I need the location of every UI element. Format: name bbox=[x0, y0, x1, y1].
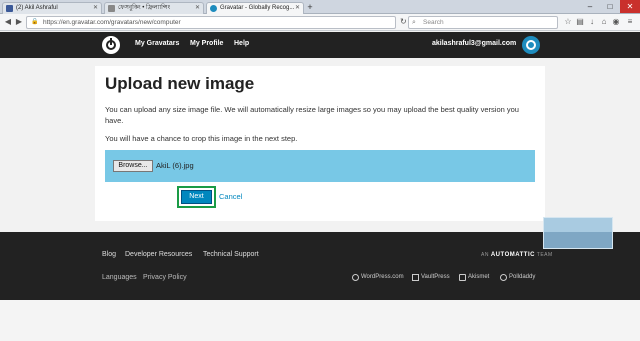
automattic-credit[interactable]: AN AUTOMATTIC TEAM bbox=[481, 252, 553, 258]
url-bar[interactable]: 🔒 https://en.gravatar.com/gravatars/new/… bbox=[26, 16, 396, 29]
tab-facebook[interactable]: (2) Akil Ashraful ✕ bbox=[2, 2, 102, 14]
next-button-highlight: Next bbox=[177, 186, 216, 208]
download-icon[interactable]: ↓ bbox=[587, 17, 597, 27]
close-icon[interactable]: ✕ bbox=[195, 3, 200, 13]
close-icon[interactable]: ✕ bbox=[93, 3, 98, 13]
browser-nav-bar: ◀ ▶ 🔒 https://en.gravatar.com/gravatars/… bbox=[0, 14, 640, 31]
brand-label: WordPress.com bbox=[361, 274, 404, 280]
upload-card: Upload new image You can upload any size… bbox=[95, 66, 545, 221]
tab-label: Gravatar - Globally Recog... bbox=[220, 5, 295, 11]
close-window-button[interactable]: ✕ bbox=[620, 0, 640, 13]
account-email[interactable]: akilashraful3@gmail.com bbox=[432, 40, 516, 47]
page-title: Upload new image bbox=[105, 74, 255, 93]
avatar[interactable] bbox=[522, 36, 540, 54]
back-icon[interactable]: ◀ bbox=[3, 17, 13, 27]
vaultpress-icon bbox=[412, 274, 419, 281]
reload-icon[interactable]: ↻ bbox=[400, 17, 408, 27]
search-placeholder: Search bbox=[423, 19, 444, 26]
brand-label: VaultPress bbox=[421, 274, 450, 280]
automattic-prefix: AN bbox=[481, 252, 489, 258]
gravatar-icon bbox=[210, 5, 217, 12]
star-icon[interactable]: ☆ bbox=[563, 17, 573, 27]
page-bottom bbox=[0, 300, 640, 341]
polldaddy-icon bbox=[500, 274, 507, 281]
browser-tab-bar: (2) Akil Ashraful ✕ ফেসবুকিং • ফ্রিল্যান… bbox=[0, 0, 640, 14]
facebook-icon bbox=[6, 5, 13, 12]
url-text: https://en.gravatar.com/gravatars/new/co… bbox=[43, 19, 181, 26]
footer-link-technical-support[interactable]: Technical Support bbox=[203, 251, 259, 258]
lock-icon: 🔒 bbox=[31, 19, 39, 25]
automattic-name: AUTOMATTIC bbox=[490, 252, 535, 258]
footer-link-privacy-policy[interactable]: Privacy Policy bbox=[143, 274, 187, 281]
polldaddy-link[interactable]: Polldaddy bbox=[500, 274, 536, 281]
search-input[interactable]: ⌕ Search bbox=[408, 16, 558, 29]
footer-link-languages[interactable]: Languages bbox=[102, 274, 137, 281]
page-icon bbox=[108, 5, 115, 12]
tab-gravatar[interactable]: Gravatar - Globally Recog... ✕ bbox=[206, 2, 304, 14]
close-icon[interactable]: ✕ bbox=[295, 3, 300, 13]
home-icon[interactable]: ⌂ bbox=[599, 17, 609, 27]
footer-link-blog[interactable]: Blog bbox=[102, 251, 116, 258]
gravatar-logo-icon[interactable] bbox=[102, 36, 120, 54]
akismet-icon bbox=[459, 274, 466, 281]
tab-freelancing[interactable]: ফেসবুকিং • ফ্রিল্যান্সিং ✕ bbox=[104, 2, 204, 14]
search-icon: ⌕ bbox=[412, 19, 416, 26]
image-thumbnail bbox=[543, 217, 613, 249]
nav-my-gravatars[interactable]: My Gravatars bbox=[135, 40, 179, 47]
brand-label: Polldaddy bbox=[509, 274, 536, 280]
minimize-button[interactable]: – bbox=[580, 0, 600, 13]
site-header: My Gravatars My Profile Help akilashrafu… bbox=[0, 32, 640, 58]
cancel-link[interactable]: Cancel bbox=[219, 192, 242, 201]
reading-list-icon[interactable]: ▤ bbox=[575, 17, 585, 27]
menu-icon[interactable]: ≡ bbox=[625, 17, 635, 27]
akismet-link[interactable]: Akismet bbox=[459, 274, 490, 281]
vaultpress-link[interactable]: VaultPress bbox=[412, 274, 450, 281]
nav-my-profile[interactable]: My Profile bbox=[190, 40, 223, 47]
wordpress-icon bbox=[352, 274, 359, 281]
nav-help[interactable]: Help bbox=[234, 40, 249, 47]
tab-label: ফেসবুকিং • ফ্রিল্যান্সিং bbox=[118, 5, 171, 11]
wordpress-link[interactable]: WordPress.com bbox=[352, 274, 404, 281]
thumbnail-sky bbox=[544, 218, 612, 232]
brand-label: Akismet bbox=[468, 274, 490, 280]
crop-note: You will have a chance to crop this imag… bbox=[105, 134, 298, 143]
footer-link-developer-resources[interactable]: Developer Resources bbox=[125, 251, 192, 258]
selected-file-name: AkiL (6).jpg bbox=[156, 161, 194, 170]
browse-button[interactable]: Browse... bbox=[113, 160, 153, 172]
tab-label: (2) Akil Ashraful bbox=[16, 5, 58, 11]
file-upload-area: Browse... AkiL (6).jpg bbox=[105, 150, 535, 182]
automattic-suffix: TEAM bbox=[536, 252, 553, 258]
upload-description: You can upload any size image file. We w… bbox=[105, 105, 519, 125]
maximize-button[interactable]: □ bbox=[600, 0, 620, 13]
forward-icon[interactable]: ▶ bbox=[14, 17, 24, 27]
next-button[interactable]: Next bbox=[181, 190, 212, 204]
pocket-icon[interactable]: ◉ bbox=[611, 17, 621, 27]
new-tab-button[interactable]: + bbox=[305, 2, 315, 12]
